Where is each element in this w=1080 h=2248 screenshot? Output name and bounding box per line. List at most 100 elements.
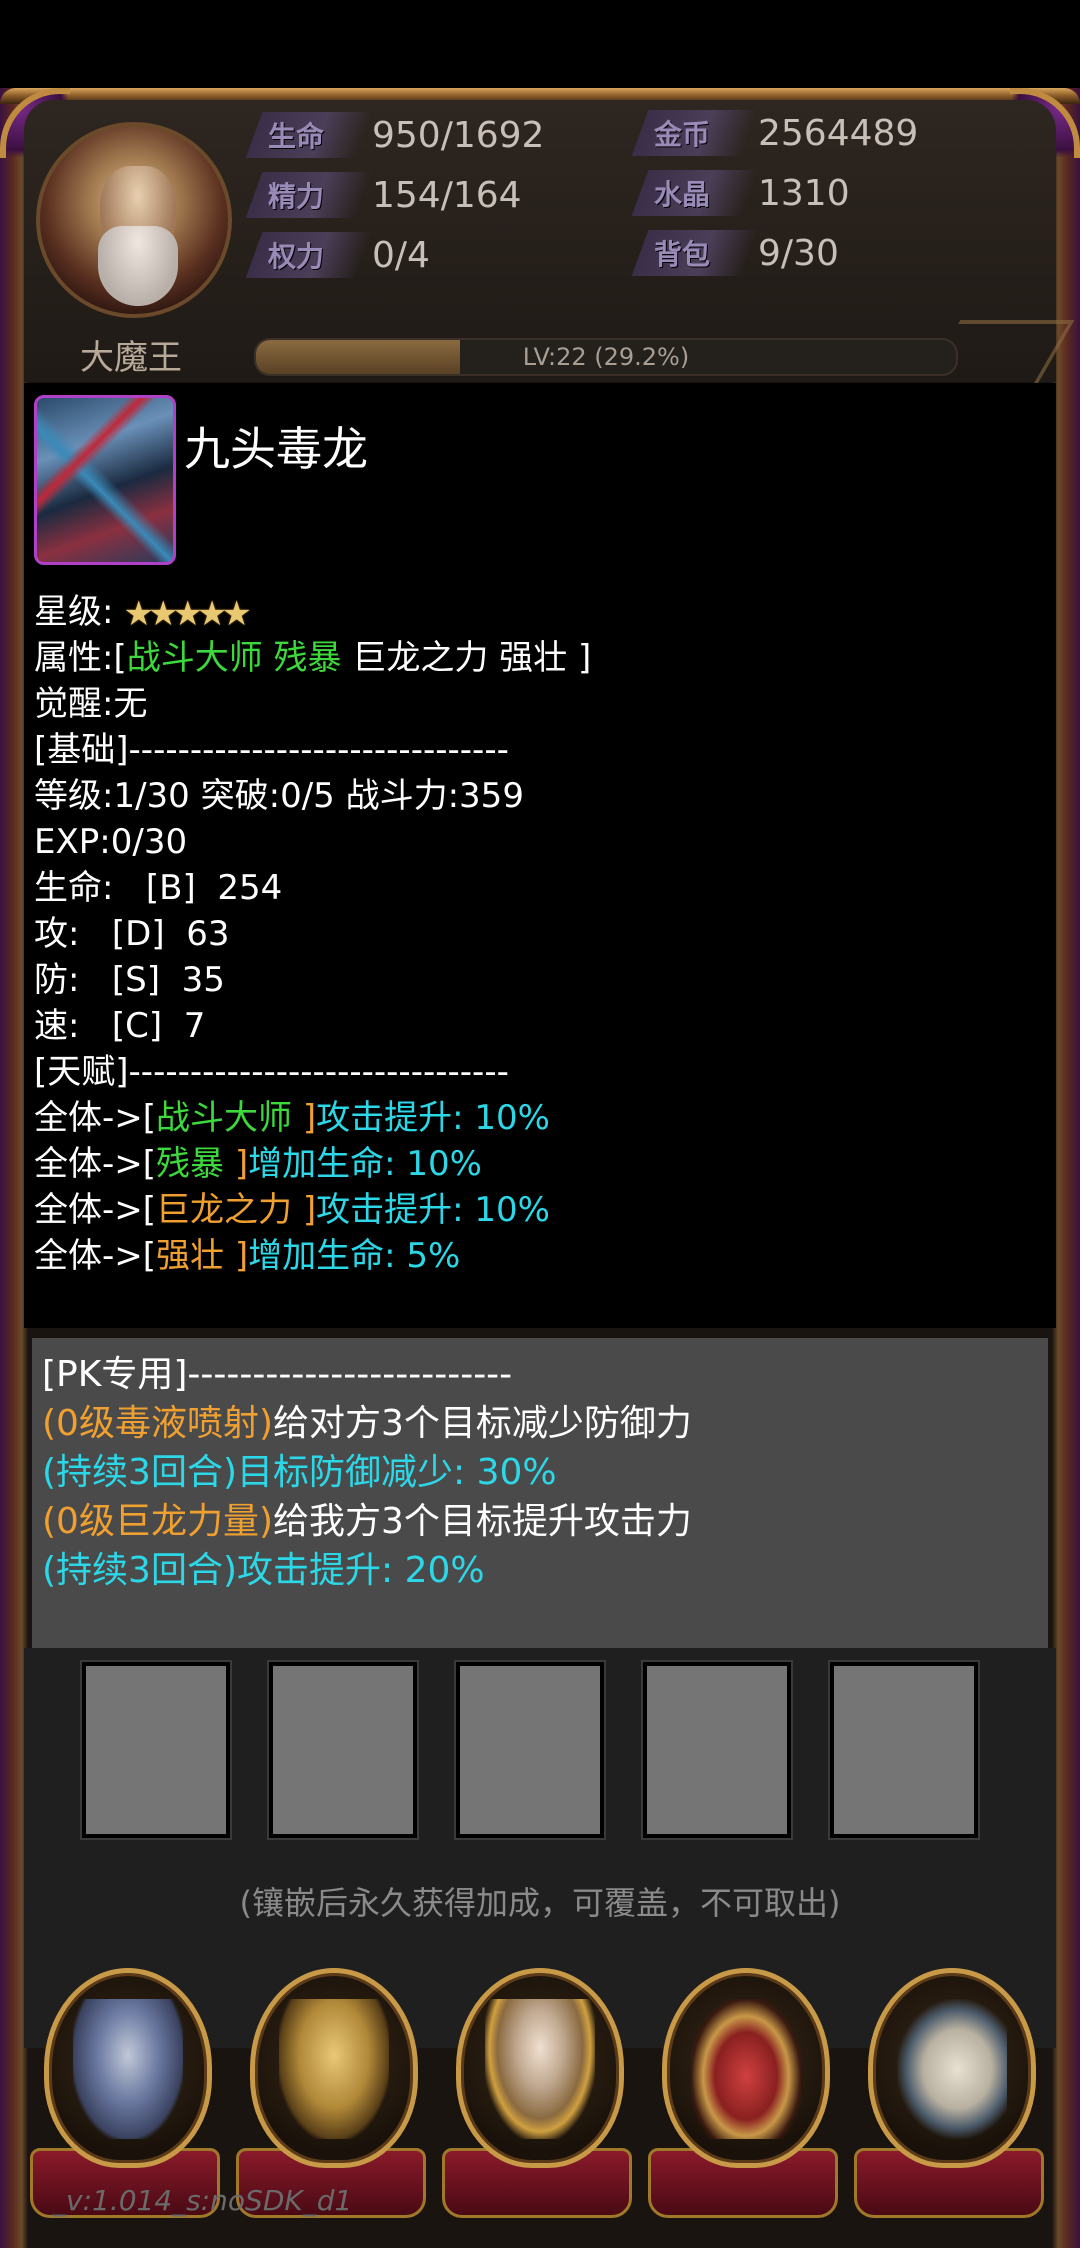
- hp-label-tag: 生命: [245, 112, 373, 158]
- power-label: 权力: [268, 240, 325, 273]
- pk-skill-name: (0级毒液喷射): [42, 1403, 273, 1444]
- talent-effect: 攻击提升: 10%: [316, 1098, 550, 1138]
- star-line: 星级: ★★★★★: [34, 589, 1034, 635]
- inlay-slot-2[interactable]: [267, 1660, 419, 1840]
- player-avatar[interactable]: [36, 122, 232, 318]
- pk-skill-desc: 给对方3个目标减少防御力: [273, 1403, 692, 1444]
- pk-skill-line: (0级毒液喷射)给对方3个目标减少防御力: [42, 1399, 1042, 1448]
- gold-label-tag: 金币: [631, 110, 759, 156]
- talent-suffix: ]: [302, 1098, 317, 1138]
- talent-effect: 增加生命: 5%: [248, 1236, 461, 1276]
- power-label-tag: 权力: [245, 232, 373, 278]
- talent-row: 全体->[残暴 ]增加生命: 10%: [34, 1141, 1034, 1187]
- inlay-slot-4[interactable]: [641, 1660, 793, 1840]
- header-ornament: [923, 320, 1075, 384]
- star-icon: ★: [221, 593, 252, 634]
- power-value: 0/4: [372, 234, 430, 276]
- gold-label: 金币: [654, 118, 711, 151]
- gold-value: 2564489: [758, 112, 919, 154]
- attr-prefix: 属性:[: [34, 638, 127, 678]
- card-info-lines: 星级: ★★★★★ 属性:[战斗大师 残暴 巨龙之力 强壮 ] 觉醒:无 [基础]…: [34, 589, 1034, 1279]
- star-label: 星级:: [34, 592, 114, 632]
- talent-header: [天赋]-------------------------------: [34, 1052, 509, 1092]
- crystal-label: 水晶: [654, 178, 711, 211]
- talent-name: 强壮: [156, 1236, 235, 1276]
- level-progress-bar: LV:22 (29.2%): [254, 338, 958, 376]
- avatar-beard: [98, 226, 178, 306]
- hp-label: 生命: [268, 120, 325, 153]
- hp-line: 生命: [B] 254: [34, 868, 283, 908]
- nav-treasure-button[interactable]: [662, 1968, 830, 2168]
- bag-label: 背包: [654, 238, 711, 271]
- energy-label-tag: 精力: [245, 172, 373, 218]
- talent-name: 残暴: [156, 1144, 235, 1184]
- energy-value: 154/164: [372, 174, 522, 216]
- inlay-note: (镶嵌后永久获得加成，可覆盖，不可取出): [239, 1884, 841, 1922]
- card-portrait[interactable]: [34, 395, 176, 565]
- talent-name: 巨龙之力: [156, 1190, 303, 1230]
- armor-icon: [73, 1999, 183, 2139]
- version-label: _v:1.014_s:noSDK_d1: [52, 2184, 353, 2217]
- pk-effect-line: (持续3回合)攻击提升: 20%: [42, 1546, 1042, 1595]
- talent-prefix: 全体->[: [34, 1098, 157, 1138]
- card-detail-panel: 九头毒龙 星级: ★★★★★ 属性:[战斗大师 残暴 巨龙之力 强壮 ] 觉醒:无…: [24, 383, 1056, 1328]
- energy-label: 精力: [268, 180, 325, 213]
- level-text: LV:22 (29.2%): [522, 343, 690, 371]
- pk-skill-effect: 目标防御减少: 30%: [237, 1452, 557, 1493]
- talent-prefix: 全体->[: [34, 1144, 157, 1184]
- talent-effect: 增加生命: 10%: [248, 1144, 482, 1184]
- talent-prefix: 全体->[: [34, 1190, 157, 1230]
- book-icon: [897, 1999, 1007, 2139]
- stat-power: 权力 0/4: [245, 230, 430, 280]
- talent-suffix: ]: [234, 1236, 249, 1276]
- nav-equipment-button[interactable]: [44, 1968, 212, 2168]
- level-line: 等级:1/30 突破:0/5 战斗力:359: [34, 776, 524, 816]
- talent-effect: 攻击提升: 10%: [316, 1190, 550, 1230]
- inlay-slot-1[interactable]: [80, 1660, 232, 1840]
- card-name: 九头毒龙: [184, 422, 368, 476]
- exp-line: EXP:0/30: [34, 822, 188, 862]
- hp-value: 950/1692: [372, 114, 545, 156]
- player-header: 大魔王 生命 950/1692 精力 154/164 权力 0/4 金币 256…: [24, 100, 1075, 384]
- stat-hp: 生命 950/1692: [245, 110, 545, 160]
- bag-label-tag: 背包: [631, 230, 759, 276]
- pk-header: [PK专用]-------------------------: [42, 1354, 513, 1395]
- pk-skill-desc: 给我方3个目标提升攻击力: [273, 1501, 692, 1542]
- bag-value: 9/30: [758, 232, 839, 274]
- star-rating: ★★★★★: [123, 591, 251, 637]
- treasure-chest-icon: [691, 1999, 801, 2139]
- talent-name: 战斗大师: [156, 1098, 303, 1138]
- attr-green: 战斗大师 残暴: [126, 638, 342, 678]
- crystal-label-tag: 水晶: [631, 170, 759, 216]
- crystal-value: 1310: [758, 172, 850, 214]
- nav-hero-button[interactable]: [250, 1968, 418, 2168]
- stat-crystal: 水晶 1310: [631, 168, 850, 218]
- talent-prefix: 全体->[: [34, 1236, 157, 1276]
- talent-row: 全体->[巨龙之力 ]攻击提升: 10%: [34, 1187, 1034, 1233]
- inlay-slot-3[interactable]: [454, 1660, 606, 1840]
- pk-skill-duration: (持续3回合): [42, 1452, 237, 1493]
- pk-skill-name: (0级巨龙力量): [42, 1501, 273, 1542]
- sage-icon: [485, 1999, 595, 2139]
- inlay-slot-5[interactable]: [828, 1660, 980, 1840]
- pk-skill-effect: 攻击提升: 20%: [237, 1550, 485, 1591]
- nav-character-button[interactable]: [456, 1968, 624, 2168]
- helmet-icon: [279, 1999, 389, 2139]
- talent-row: 全体->[战斗大师 ]攻击提升: 10%: [34, 1095, 1034, 1141]
- spd-line: 速: [C] 7: [34, 1006, 206, 1046]
- pk-lines: [PK专用]------------------------- (0级毒液喷射)…: [42, 1350, 1042, 1595]
- pk-skill-line: (0级巨龙力量)给我方3个目标提升攻击力: [42, 1497, 1042, 1546]
- talent-row: 全体->[强壮 ]增加生命: 5%: [34, 1233, 1034, 1279]
- attr-white: 巨龙之力 强壮 ]: [341, 638, 592, 678]
- talent-suffix: ]: [234, 1144, 249, 1184]
- atk-line: 攻: [D] 63: [34, 914, 230, 954]
- nav-book-button[interactable]: [868, 1968, 1036, 2168]
- attribute-line: 属性:[战斗大师 残暴 巨龙之力 强壮 ]: [34, 635, 1034, 681]
- stat-bag: 背包 9/30: [631, 228, 839, 278]
- basic-header: [基础]-------------------------------: [34, 730, 509, 770]
- stat-gold: 金币 2564489: [631, 108, 919, 158]
- talent-suffix: ]: [302, 1190, 317, 1230]
- pk-effect-line: (持续3回合)目标防御减少: 30%: [42, 1448, 1042, 1497]
- pk-skill-panel: [PK专用]------------------------- (0级毒液喷射)…: [32, 1338, 1048, 1648]
- stat-energy: 精力 154/164: [245, 170, 522, 220]
